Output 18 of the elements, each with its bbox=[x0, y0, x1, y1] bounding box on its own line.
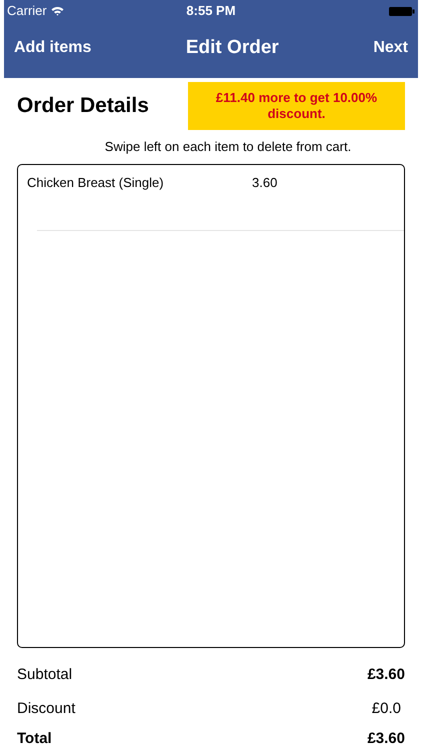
summary-label: Total bbox=[17, 728, 52, 749]
battery-icon bbox=[388, 6, 415, 16]
carrier-label: Carrier bbox=[7, 2, 47, 20]
summary-label: Discount bbox=[17, 698, 76, 719]
status-time: 8:55 PM bbox=[186, 2, 236, 20]
summary-label: Subtotal bbox=[17, 664, 72, 685]
wifi-icon bbox=[50, 6, 64, 16]
summary-value: £3.60 bbox=[367, 728, 405, 749]
summary-value: £3.60 bbox=[367, 664, 405, 685]
nav-title: Edit Order bbox=[186, 36, 279, 60]
add-items-button[interactable]: Add items bbox=[14, 36, 92, 60]
item-name: Chicken Breast (Single) bbox=[27, 174, 165, 192]
next-button[interactable]: Next bbox=[373, 36, 408, 60]
item-price: 3.60 bbox=[252, 174, 278, 192]
swipe-hint: Swipe left on each item to delete from cart. bbox=[104, 138, 352, 156]
section-title: Order Details bbox=[17, 93, 149, 120]
promo-banner: £11.40 more to get 10.00% discount. bbox=[188, 82, 405, 130]
summary-value: £0.0 bbox=[372, 698, 402, 719]
